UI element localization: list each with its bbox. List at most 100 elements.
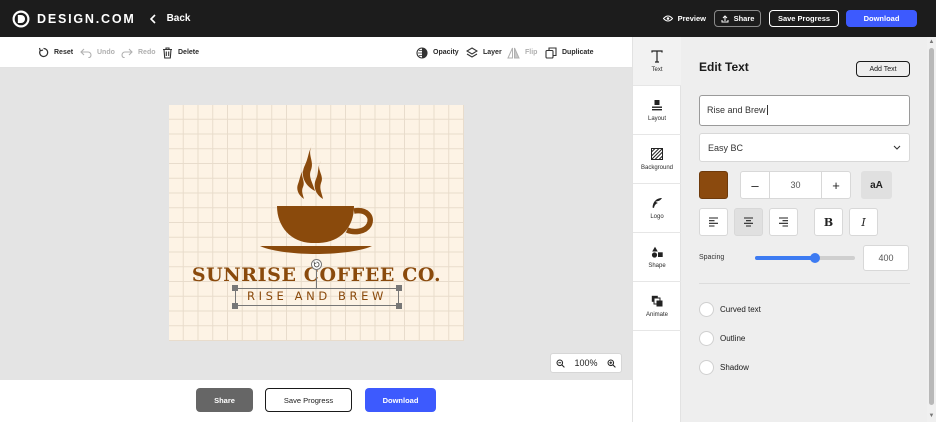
tab-background-label: Background [640, 165, 674, 171]
share-button[interactable]: Share [196, 388, 253, 412]
undo-button[interactable]: Undo [80, 37, 115, 68]
logo-mark-icon [12, 10, 30, 27]
flip-label: Flip [525, 49, 538, 56]
scrollbar-thumb[interactable] [929, 48, 934, 405]
zoom-control: 100% [550, 353, 622, 373]
outline-option[interactable]: Outline [699, 331, 745, 346]
delete-label: Delete [178, 49, 200, 56]
font-size-increase-button[interactable]: + [821, 171, 851, 199]
font-family-select[interactable]: Easy BC [699, 133, 910, 162]
undo-icon [80, 48, 92, 58]
artboard[interactable]: SUNRISE COFFEE CO. RISE AND BREW [169, 105, 464, 341]
back-button[interactable]: Back [149, 13, 191, 24]
curved-text-label: Curved text [720, 305, 761, 314]
top-bar: DESIGN.COM Back Preview Share Save Progr… [0, 0, 936, 37]
bottom-bar: Share Save Progress Download [0, 380, 632, 422]
tab-shape[interactable]: Shape [633, 233, 681, 282]
shape-icon [651, 245, 663, 259]
delete-button[interactable]: Delete [162, 37, 199, 68]
duplicate-label: Duplicate [562, 49, 594, 56]
reset-icon [38, 47, 49, 58]
resize-handle-bottom-right[interactable] [396, 303, 402, 309]
text-content-input[interactable]: Rise and Brew [699, 95, 910, 126]
tab-animate-label: Animate [645, 312, 668, 318]
animate-icon [651, 294, 663, 308]
duplicate-button[interactable]: Duplicate [545, 37, 594, 68]
resize-handle-bottom-left[interactable] [232, 303, 238, 309]
reset-label: Reset [54, 49, 74, 56]
scroll-up-icon[interactable]: ▲ [928, 39, 935, 46]
brand-name: DESIGN.COM [37, 11, 136, 26]
editor-toolbar: Reset Undo Redo Delete Opacity Layer Fli… [0, 37, 632, 68]
italic-button[interactable]: I [849, 208, 878, 236]
tab-logo[interactable]: Logo [633, 184, 681, 233]
tab-layout-label: Layout [647, 116, 666, 122]
zoom-out-icon[interactable] [556, 359, 565, 368]
align-left-icon [709, 217, 718, 227]
rotate-icon [313, 261, 320, 268]
undo-label: Undo [97, 49, 115, 56]
tab-logo-label: Logo [650, 214, 664, 220]
font-size-decrease-button[interactable]: – [740, 171, 770, 199]
preview-label: Preview [677, 14, 706, 23]
duplicate-icon [545, 46, 557, 59]
curved-text-checkbox[interactable] [699, 302, 714, 317]
download-button-top[interactable]: Download [846, 10, 917, 27]
save-progress-button-top[interactable]: Save Progress [769, 10, 839, 27]
layout-icon [651, 98, 663, 112]
align-right-button[interactable] [769, 208, 798, 236]
tab-layout[interactable]: Layout [633, 86, 681, 135]
panel-title: Edit Text [699, 60, 749, 74]
scroll-down-icon[interactable]: ▼ [928, 413, 935, 420]
outline-checkbox[interactable] [699, 331, 714, 346]
redo-icon [121, 48, 133, 58]
download-button[interactable]: Download [365, 388, 436, 412]
tab-text[interactable]: Text [633, 37, 681, 86]
rotate-stem [316, 270, 317, 288]
tab-shape-label: Shape [648, 263, 666, 269]
align-left-button[interactable] [699, 208, 728, 236]
tab-background[interactable]: Background [633, 135, 681, 184]
resize-handle-top-right[interactable] [396, 285, 402, 291]
opacity-label: Opacity [433, 49, 459, 56]
panel-scrollbar[interactable]: ▲ ▼ [927, 37, 936, 422]
spacing-slider[interactable] [755, 253, 855, 263]
share-button-top[interactable]: Share [714, 10, 761, 27]
redo-button[interactable]: Redo [121, 37, 156, 68]
back-label: Back [166, 13, 191, 24]
spacing-slider-thumb[interactable] [810, 253, 820, 263]
chevron-down-icon [893, 145, 901, 150]
font-size-value[interactable]: 30 [770, 171, 821, 199]
shadow-option[interactable]: Shadow [699, 360, 749, 375]
preview-button[interactable]: Preview [662, 14, 706, 23]
font-size-stepper: – 30 + [740, 171, 851, 199]
canvas-area[interactable]: SUNRISE COFFEE CO. RISE AND BREW 100% [0, 68, 632, 380]
shadow-checkbox[interactable] [699, 360, 714, 375]
align-right-icon [779, 217, 788, 227]
spacing-label: Spacing [699, 254, 725, 261]
align-center-button[interactable] [734, 208, 763, 236]
tab-animate[interactable]: Animate [633, 282, 681, 331]
layers-icon [466, 46, 478, 58]
flip-button[interactable]: Flip [507, 37, 537, 68]
save-progress-button[interactable]: Save Progress [265, 388, 352, 412]
opacity-icon [416, 46, 428, 59]
rotate-handle[interactable] [311, 259, 322, 270]
bold-button[interactable]: B [814, 208, 843, 236]
resize-handle-top-left[interactable] [232, 285, 238, 291]
panel-divider [699, 283, 910, 284]
text-color-swatch[interactable] [699, 171, 728, 199]
curved-text-option[interactable]: Curved text [699, 302, 761, 317]
share-label-top: Share [733, 14, 755, 23]
selection-box[interactable] [232, 285, 402, 309]
add-text-button[interactable]: Add Text [856, 61, 910, 77]
zoom-in-icon[interactable] [607, 359, 616, 368]
tab-text-label: Text [651, 67, 663, 73]
text-case-button[interactable]: aA [861, 171, 892, 199]
layer-button[interactable]: Layer [466, 37, 502, 68]
opacity-button[interactable]: Opacity [416, 37, 459, 68]
logo[interactable]: DESIGN.COM [12, 10, 136, 28]
spacing-value-input[interactable]: 400 [863, 245, 909, 271]
text-icon [651, 49, 663, 63]
reset-button[interactable]: Reset [38, 37, 73, 68]
